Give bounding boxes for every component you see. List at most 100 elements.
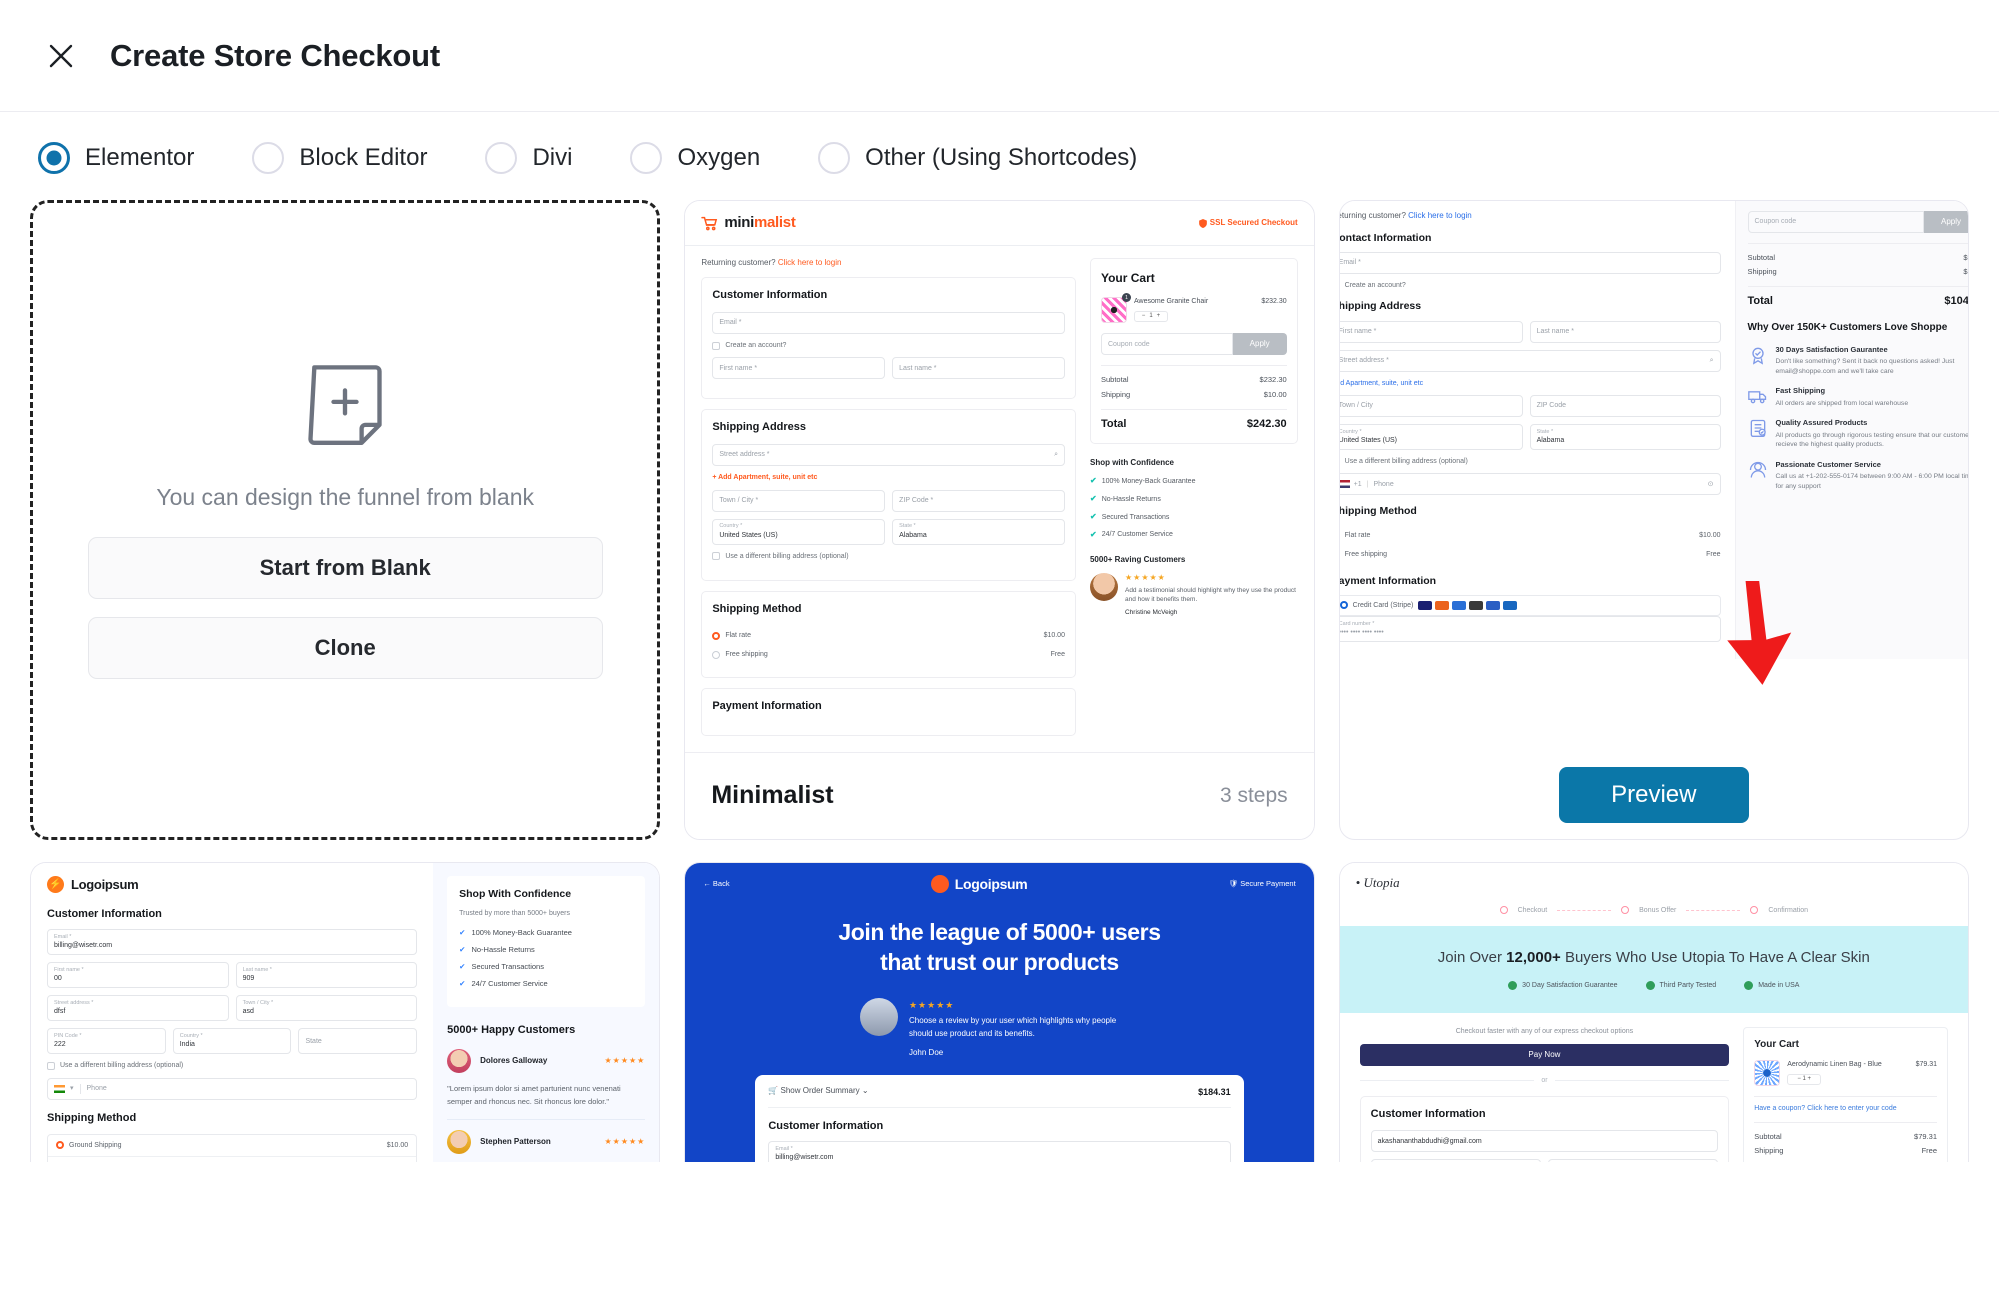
hero-review: ★★★★★ Choose a review by your user which… xyxy=(703,997,1295,1060)
state-select[interactable]: State * Alabama xyxy=(1529,424,1721,451)
template-card-logoipsum-white[interactable]: ⚡ Logoipsum Customer Information Email *… xyxy=(30,862,661,1162)
town-city-field[interactable]: Town / City * asd xyxy=(235,995,418,1022)
street-address-field[interactable]: Street address * dfsf xyxy=(47,995,229,1022)
template-card-minimalist[interactable]: minimalist SSL Secured Checkout Returnin… xyxy=(684,200,1315,840)
section-heading: Shipping Address xyxy=(1339,300,1422,313)
close-button[interactable] xyxy=(38,33,84,79)
quantity-stepper[interactable]: −1 + xyxy=(1133,310,1168,322)
coupon-link[interactable]: Have a coupon? Click here to enter your … xyxy=(1754,1104,1937,1113)
login-link[interactable]: Click here to login xyxy=(778,258,842,267)
jcb-icon xyxy=(1486,600,1501,610)
happy-customers-heading: 5000+ Happy Customers xyxy=(447,1024,576,1037)
info-icon: ⊙ xyxy=(1707,480,1714,488)
subtotal-value: $232.30 xyxy=(1259,375,1287,385)
radio-option-oxygen[interactable]: Oxygen xyxy=(630,142,760,174)
mock-left-column: ⚡ Logoipsum Customer Information Email *… xyxy=(31,863,433,1162)
radio-option-divi[interactable]: Divi xyxy=(485,142,572,174)
email-field[interactable]: Email * billing@wisetr.com xyxy=(47,929,418,956)
email-field[interactable]: akashananthabdudhi@gmail.com xyxy=(1370,1130,1719,1153)
template-steps: 3 steps xyxy=(1219,783,1288,807)
first-name-field[interactable]: First name * xyxy=(712,357,886,380)
credit-card-option[interactable]: Credit Card (Stripe) xyxy=(1339,594,1721,617)
product-thumbnail xyxy=(1754,1060,1781,1087)
zip-code-field[interactable]: ZIP Code xyxy=(1529,395,1721,418)
subtotal-value: $94. xyxy=(1963,253,1968,262)
radio-dot-icon xyxy=(485,142,518,174)
state-select[interactable]: State * Alabama xyxy=(892,518,1065,545)
last-name-field[interactable]: Last name * 909 xyxy=(235,962,418,989)
first-name-field[interactable]: First name *Akash xyxy=(1370,1159,1541,1162)
template-card-shoppe[interactable]: Returning customer? Click here to login … xyxy=(1338,200,1969,840)
email-field[interactable]: Email * xyxy=(1339,251,1721,274)
ground-shipping-option[interactable]: Ground Shipping $10.00 xyxy=(48,1135,417,1158)
template-card-logoipsum-blue[interactable]: ← Back Logoipsum 🛡 Secure Payment Join t… xyxy=(684,862,1315,1162)
add-apartment-link[interactable]: Add Apartment, suite, unit etc xyxy=(1340,379,1721,388)
first-name-field[interactable]: First name * xyxy=(1339,320,1523,343)
apply-coupon-button[interactable]: Apply xyxy=(1924,211,1968,233)
start-from-blank-button[interactable]: Start from Blank xyxy=(87,537,603,599)
shipping-free[interactable]: Free shipping Free xyxy=(1340,545,1721,564)
apply-coupon-button[interactable]: Apply xyxy=(1232,333,1287,356)
cart-item: 1 Awesome Granite Chair $232.30 −1 + xyxy=(1100,293,1287,324)
country-select[interactable]: Country * United States (US) xyxy=(1339,424,1523,451)
review-row: Stephen Patterson ★★★★★ xyxy=(447,1118,646,1154)
shipping-method-panel: Shipping Method Flat rate $10.00 Free sh… xyxy=(701,591,1076,678)
customer-information-panel: Customer Information akashananthabdudhi@… xyxy=(1359,1095,1730,1162)
brand-logo: Logoipsum xyxy=(930,875,1028,894)
shipping-flat-rate[interactable]: Flat rate $10.00 xyxy=(712,626,1065,645)
card-number-field[interactable]: Card number * •••• •••• •••• •••• xyxy=(1339,616,1721,643)
radio-option-other-shortcodes[interactable]: Other (Using Shortcodes) xyxy=(818,142,1137,174)
section-heading: Shipping Address xyxy=(712,421,807,434)
shipping-free[interactable]: Free shipping Free xyxy=(712,645,1065,664)
login-link[interactable]: Click here to login xyxy=(1408,211,1472,220)
preview-button[interactable]: Preview xyxy=(1558,767,1749,823)
country-select[interactable]: Country * India xyxy=(172,1028,292,1055)
add-apartment-link[interactable]: + Add Apartment, suite, unit etc xyxy=(712,473,1065,482)
pay-now-button[interactable]: Pay Now xyxy=(1359,1044,1730,1067)
checkbox-icon xyxy=(712,552,721,561)
builder-selector: Elementor Block Editor Divi Oxygen Other… xyxy=(0,112,1999,200)
diners-icon xyxy=(1503,600,1518,610)
phone-field[interactable]: ▾ Phone xyxy=(47,1077,418,1100)
last-name-field[interactable]: Last name *Anand xyxy=(1547,1159,1719,1162)
order-summary-toggle[interactable]: 🛒 Show Order Summary ⌄ $184.31 xyxy=(768,1086,1231,1108)
star-rating: ★★★★★ xyxy=(604,1055,646,1065)
step-divider xyxy=(1557,909,1612,911)
zip-code-field[interactable]: ZIP Code * xyxy=(892,489,1065,512)
different-billing-checkbox[interactable]: Use a different billing address (optiona… xyxy=(712,552,1065,561)
create-account-checkbox[interactable]: Create an account? xyxy=(712,341,1065,350)
country-select[interactable]: Country * United States (US) xyxy=(712,518,886,545)
flag-icon xyxy=(54,1084,65,1093)
raving-heading: 5000+ Raving Customers xyxy=(1089,554,1186,564)
radio-option-block-editor[interactable]: Block Editor xyxy=(252,142,427,174)
state-select[interactable]: State xyxy=(298,1028,418,1055)
last-name-field[interactable]: Last name * xyxy=(1529,320,1721,343)
mock-left-column: Returning customer? Click here to login … xyxy=(701,258,1076,745)
subtotal-label: Subtotal xyxy=(1754,1131,1782,1141)
create-account-checkbox[interactable]: Create an account? xyxy=(1340,281,1721,290)
pin-code-field[interactable]: PIN Code * 222 xyxy=(47,1028,166,1055)
town-city-field[interactable]: Town / City xyxy=(1339,395,1523,418)
last-name-field[interactable]: Last name * xyxy=(892,357,1065,380)
air-shipping-option[interactable]: Air Shipping $20.00 xyxy=(48,1157,416,1162)
quantity-stepper[interactable]: − 1 + xyxy=(1787,1073,1822,1085)
different-billing-checkbox[interactable]: Use a different billing address (optiona… xyxy=(47,1061,417,1071)
different-billing-checkbox[interactable]: Use a different billing address (optiona… xyxy=(1340,457,1721,466)
template-card-utopia[interactable]: • Utopia Checkout Bonus Offer Confirmati… xyxy=(1338,862,1969,1162)
cart-heading: Your Cart xyxy=(1100,271,1155,286)
coupon-input[interactable]: Coupon code xyxy=(1100,333,1233,356)
town-city-field[interactable]: Town / City * xyxy=(712,489,886,512)
radio-option-elementor[interactable]: Elementor xyxy=(38,142,194,174)
street-address-field[interactable]: Street address * ⌕ xyxy=(1339,349,1721,372)
street-address-field[interactable]: Street address * ⌕ xyxy=(712,444,1065,467)
email-field[interactable]: Email * billing@wisetr.com xyxy=(768,1141,1231,1162)
coupon-input[interactable]: Coupon code xyxy=(1747,211,1924,233)
first-name-field[interactable]: First name * 00 xyxy=(47,962,229,989)
check-dot-icon xyxy=(1508,981,1518,991)
phone-field[interactable]: +1 | Phone ⊙ xyxy=(1339,473,1721,496)
clone-button[interactable]: Clone xyxy=(87,617,603,679)
confidence-heading: Shop with Confidence xyxy=(1089,457,1174,467)
shipping-flat-rate[interactable]: Flat rate $10.00 xyxy=(1340,526,1721,545)
email-field[interactable]: Email * xyxy=(712,311,1065,334)
back-link[interactable]: ← Back xyxy=(703,879,729,889)
